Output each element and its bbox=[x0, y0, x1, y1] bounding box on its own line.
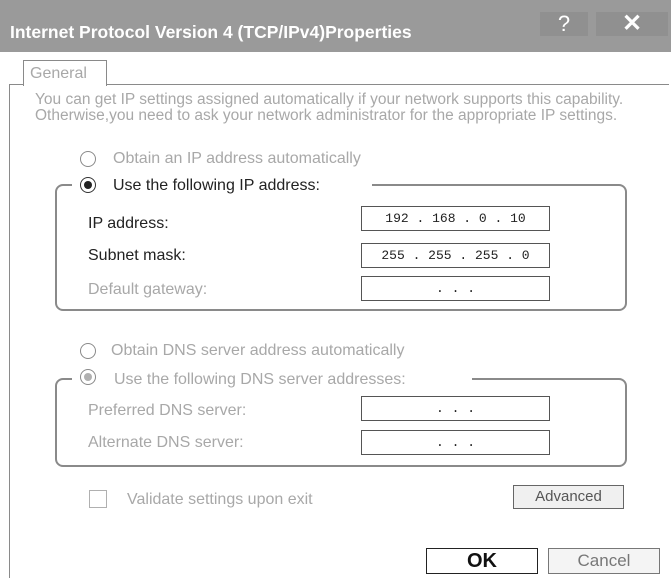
tab-general[interactable]: General bbox=[23, 60, 107, 86]
obtain-dns-auto-radio[interactable] bbox=[80, 343, 96, 359]
use-following-dns-label: Use the following DNS server addresses: bbox=[114, 371, 406, 388]
use-following-ip-label: Use the following IP address: bbox=[113, 177, 320, 194]
ip-address-label: IP address: bbox=[88, 215, 169, 232]
default-gateway-field[interactable]: . . . bbox=[361, 276, 550, 301]
validate-label: Validate settings upon exit bbox=[127, 491, 313, 508]
title-bar: Internet Protocol Version 4 (TCP/IPv4)Pr… bbox=[0, 0, 671, 52]
cancel-button[interactable]: Cancel bbox=[548, 548, 660, 574]
use-following-dns-radio[interactable] bbox=[80, 369, 96, 385]
ip-address-field[interactable]: 192 . 168 . 0 . 10 bbox=[361, 206, 550, 231]
close-button[interactable]: ✕ bbox=[596, 12, 668, 36]
validate-checkbox[interactable] bbox=[89, 490, 107, 508]
description-text: You can get IP settings assigned automat… bbox=[35, 91, 624, 124]
subnet-mask-field[interactable]: 255 . 255 . 255 . 0 bbox=[361, 243, 550, 268]
radio-selected-dot bbox=[84, 181, 92, 189]
alternate-dns-label: Alternate DNS server: bbox=[88, 434, 244, 451]
default-gateway-label: Default gateway: bbox=[88, 281, 208, 298]
use-following-ip-radio[interactable] bbox=[80, 177, 96, 193]
subnet-mask-label: Subnet mask: bbox=[88, 247, 186, 264]
obtain-ip-auto-label: Obtain an IP address automatically bbox=[113, 150, 361, 167]
preferred-dns-field[interactable]: . . . bbox=[361, 396, 550, 421]
help-button[interactable]: ? bbox=[540, 12, 588, 36]
preferred-dns-label: Preferred DNS server: bbox=[88, 402, 247, 419]
obtain-ip-auto-radio[interactable] bbox=[80, 151, 96, 167]
ok-button[interactable]: OK bbox=[426, 548, 538, 574]
advanced-button[interactable]: Advanced bbox=[513, 485, 624, 509]
window-title: Internet Protocol Version 4 (TCP/IPv4)Pr… bbox=[10, 22, 412, 42]
alternate-dns-field[interactable]: . . . bbox=[361, 430, 550, 455]
radio-selected-dot bbox=[84, 373, 92, 381]
obtain-dns-auto-label: Obtain DNS server address automatically bbox=[111, 342, 405, 359]
